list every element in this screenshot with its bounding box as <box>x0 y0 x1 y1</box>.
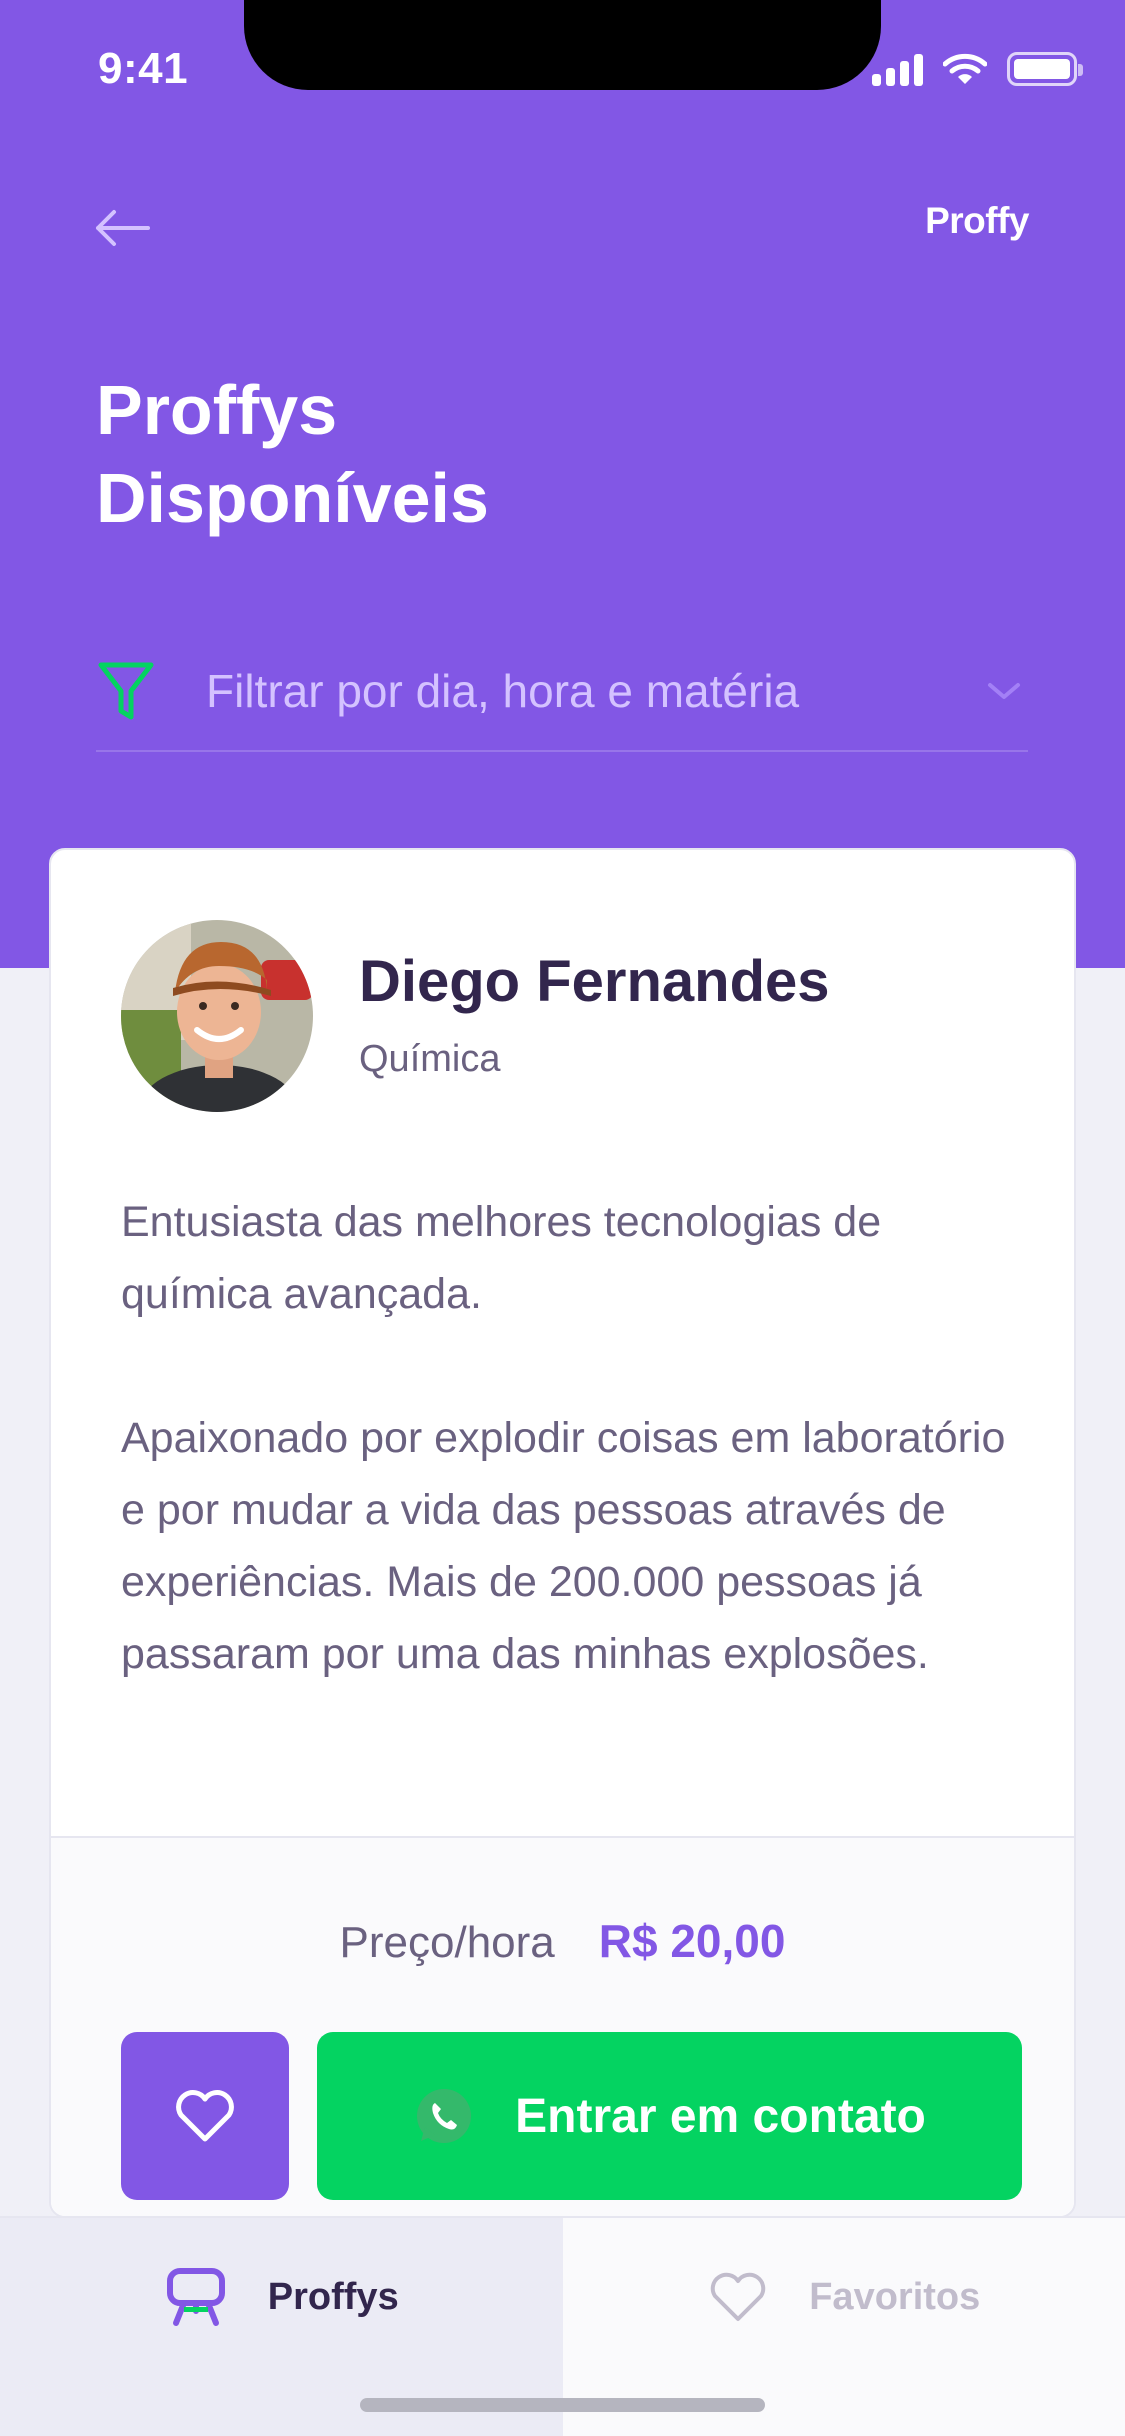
bio-paragraph-1: Entusiasta das melhores tecnologias de q… <box>121 1198 882 1318</box>
filter-icon <box>90 655 162 727</box>
contact-button[interactable]: Entrar em contato <box>317 2032 1022 2200</box>
proffy-logo: Proffy <box>925 200 1029 241</box>
favorite-button[interactable] <box>121 2032 289 2200</box>
teacher-subject: Química <box>359 1038 501 1080</box>
arrow-left-icon <box>96 210 150 246</box>
price-value: R$ 20,00 <box>598 1915 786 1967</box>
heart-outline-icon <box>176 2090 234 2142</box>
bio-paragraph-2: Apaixonado por explodir coisas em labora… <box>121 1414 1006 1678</box>
easel-icon <box>166 2268 225 2326</box>
page-title-line-2: Disponíveis <box>96 459 489 537</box>
teacher-card: Diego Fernandes Química Entusiasta das m… <box>49 848 1076 2218</box>
whatsapp-icon <box>417 2089 472 2143</box>
device-notch <box>244 0 881 90</box>
status-icons <box>872 52 1083 86</box>
price-label: Preço/hora <box>339 1918 555 1967</box>
filter-toggle[interactable]: Filtrar por dia, hora e matéria <box>96 632 1028 752</box>
page-title-line-1: Proffys <box>96 371 338 449</box>
price-row: Preço/hora R$ 20,00 <box>51 1914 1074 1968</box>
teacher-name: Diego Fernandes <box>359 949 830 1014</box>
back-button[interactable] <box>92 204 156 252</box>
home-indicator <box>360 2398 765 2412</box>
teacher-bio: Entusiasta das melhores tecnologias de q… <box>121 1186 1021 1690</box>
card-footer: Preço/hora R$ 20,00 Entrar em contato <box>51 1836 1074 2216</box>
chevron-down-icon <box>980 667 1028 715</box>
filter-label: Filtrar por dia, hora e matéria <box>206 665 800 717</box>
battery-icon <box>1007 52 1083 86</box>
tab-favoritos-label: Favoritos <box>809 2275 981 2318</box>
avatar <box>121 920 313 1112</box>
tab-proffys-label: Proffys <box>267 2275 399 2318</box>
heart-outline-icon <box>711 2272 766 2321</box>
status-time: 9:41 <box>98 44 189 93</box>
contact-button-label: Entrar em contato <box>515 2089 926 2143</box>
signal-icon <box>872 52 923 86</box>
wifi-icon <box>943 53 987 84</box>
page-title: Proffys Disponíveis <box>96 366 796 542</box>
